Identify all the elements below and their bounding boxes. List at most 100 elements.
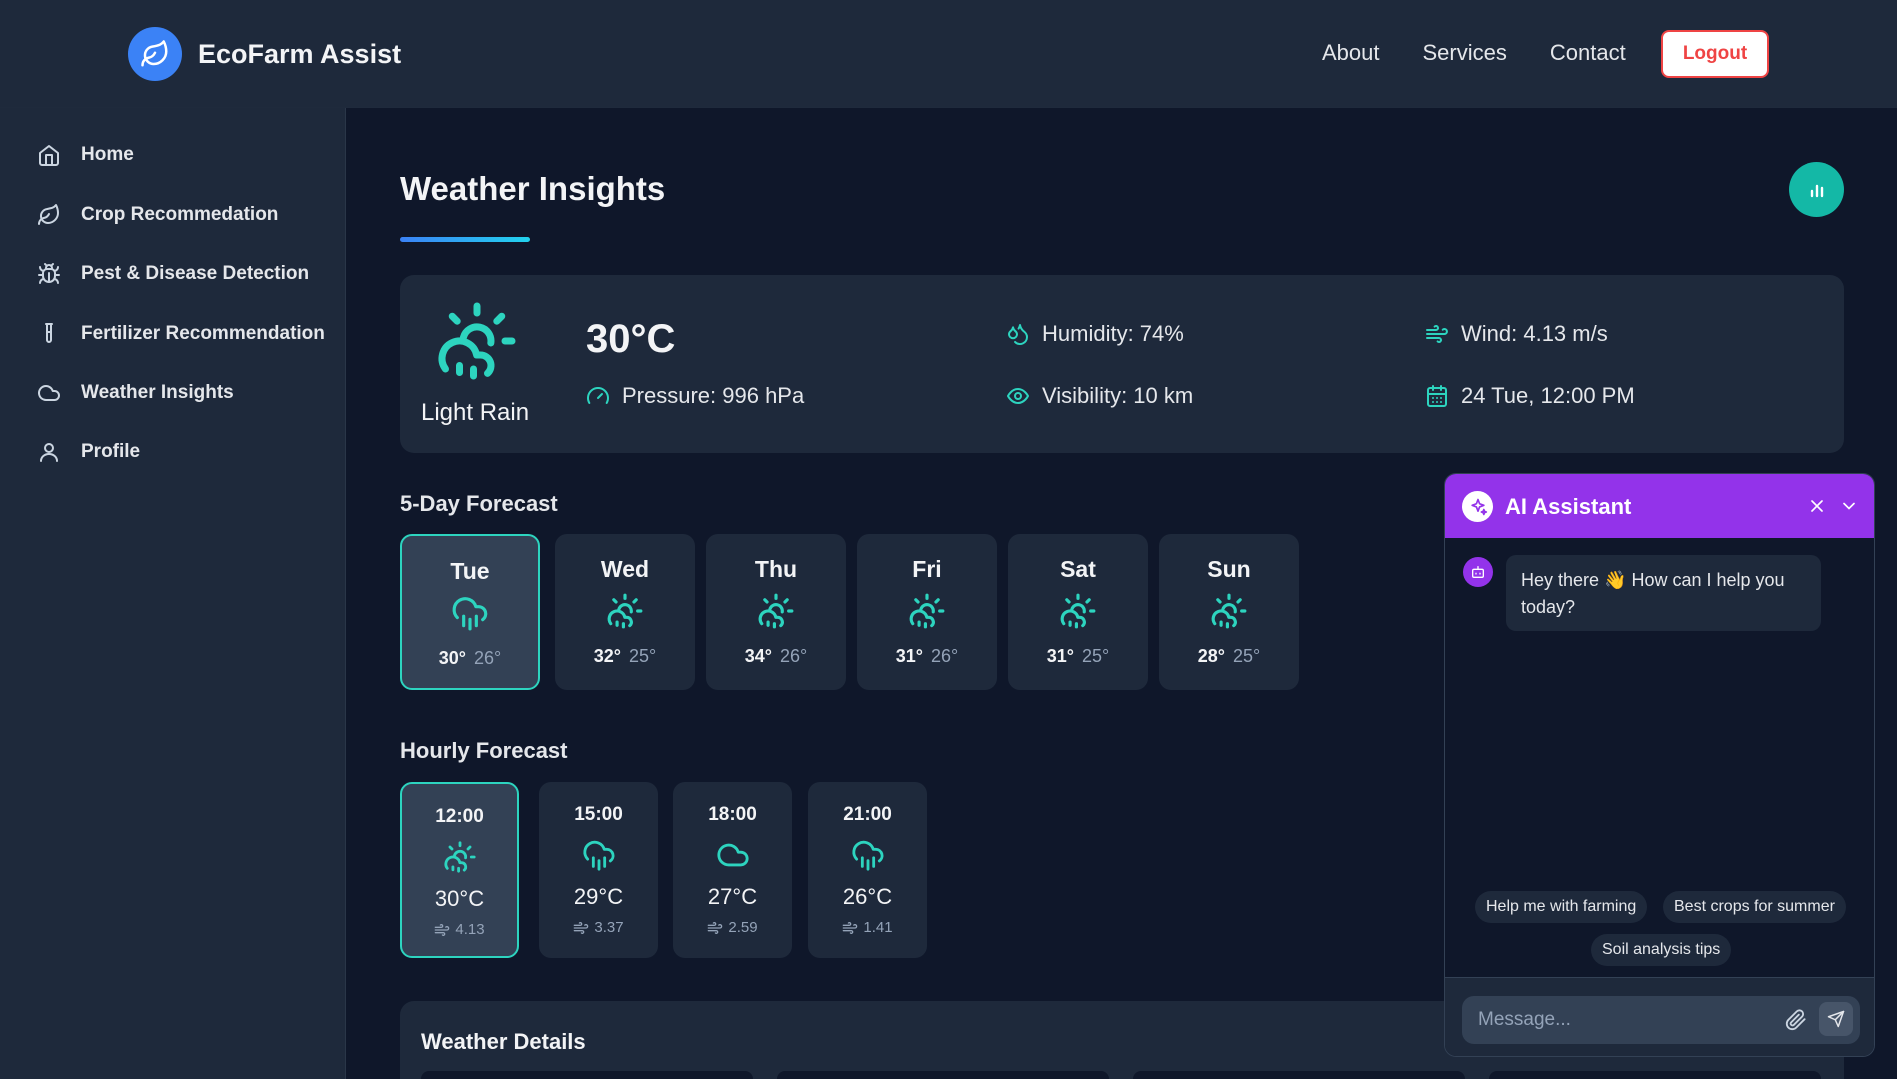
wind-icon: [708, 921, 723, 934]
forecast-day-name: Thu: [754, 556, 798, 582]
forecast-low: 26°: [931, 646, 959, 666]
nav-contact-link[interactable]: Contact: [1550, 40, 1626, 66]
sidebar-item-home[interactable]: Home: [36, 142, 134, 168]
bot-message: Hey there 👋 How can I help you today?: [1506, 555, 1821, 631]
sidebar-item-label: Home: [81, 144, 134, 165]
forecast-day-name: Wed: [600, 556, 650, 582]
forecast-day-card[interactable]: Sat 31° 25°: [1008, 534, 1148, 690]
sun-cloud-rain-icon: [1210, 592, 1248, 630]
bug-icon: [36, 261, 62, 287]
brand[interactable]: EcoFarm Assist: [128, 27, 401, 81]
hourly-time: 15:00: [574, 804, 623, 825]
forecast-day-card[interactable]: Wed 32° 25°: [555, 534, 695, 690]
sidebar-item-crop-recommendation[interactable]: Crop Recommedation: [36, 202, 278, 228]
droplets-icon: [1004, 320, 1032, 348]
hourly-wind: 4.13: [455, 921, 485, 938]
current-condition: Light Rain: [421, 399, 530, 426]
chart-toggle-button[interactable]: [1789, 162, 1844, 217]
forecast-day-name: Sun: [1207, 556, 1251, 582]
calendar-icon: [1423, 382, 1451, 410]
forecast-day-card[interactable]: Thu 34° 26°: [706, 534, 846, 690]
hourly-temp: 26°C: [842, 884, 893, 909]
forecast-low: 25°: [1082, 646, 1110, 666]
top-navbar: EcoFarm Assist About Services Contact Lo…: [0, 0, 1897, 108]
brand-name: EcoFarm Assist: [198, 38, 402, 69]
wind-icon: [1423, 320, 1451, 348]
cloud-icon: [716, 838, 750, 872]
forecast-day-card[interactable]: Fri 31° 26°: [857, 534, 997, 690]
detail-tile: [1489, 1071, 1821, 1079]
user-icon: [36, 439, 62, 465]
sun-cloud-rain-icon: [435, 299, 519, 383]
hourly-card[interactable]: 15:00 29°C 3.37: [539, 782, 658, 958]
forecast-day-card[interactable]: Sun 28° 25°: [1159, 534, 1299, 690]
weather-details-title: Weather Details: [421, 1029, 586, 1054]
forecast-high: 34°: [744, 646, 772, 666]
sidebar-item-pest-detection[interactable]: Pest & Disease Detection: [36, 261, 309, 287]
forecast-high: 30°: [438, 648, 466, 668]
wind-icon: [435, 923, 450, 936]
forecast-high: 31°: [895, 646, 923, 666]
cloud-rain-icon: [451, 594, 489, 632]
sun-cloud-rain-icon: [757, 592, 795, 630]
hourly-section-title: Hourly Forecast: [400, 738, 568, 763]
cloud-icon: [36, 380, 62, 406]
humidity-value: Humidity: 74%: [1042, 321, 1184, 346]
suggestion-chip[interactable]: Best crops for summer: [1663, 891, 1846, 923]
sidebar-item-label: Profile: [81, 441, 141, 462]
forecast-high: 31°: [1046, 646, 1074, 666]
gauge-icon: [584, 382, 612, 410]
forecast-high: 32°: [593, 646, 621, 666]
hourly-card[interactable]: 12:00 30°C 4.13: [400, 782, 519, 958]
top-nav: About Services Contact: [1322, 40, 1626, 66]
detail-tile: [421, 1071, 753, 1079]
sidebar-item-weather[interactable]: Weather Insights: [36, 380, 234, 406]
leaf-icon: [128, 27, 182, 81]
eye-icon: [1004, 382, 1032, 410]
close-icon[interactable]: [1807, 496, 1827, 516]
sidebar-item-label: Weather Insights: [81, 382, 234, 403]
logout-button[interactable]: Logout: [1661, 30, 1769, 78]
chat-footer: [1445, 977, 1874, 1056]
send-icon: [1827, 1010, 1845, 1028]
hourly-temp: 27°C: [707, 884, 758, 909]
hourly-time: 21:00: [843, 804, 892, 825]
suggestion-chip[interactable]: Soil analysis tips: [1591, 934, 1732, 966]
sidebar-item-fertilizer[interactable]: Fertilizer Recommendation: [36, 321, 325, 347]
pressure-value: Pressure: 996 hPa: [622, 383, 805, 408]
forecast-low: 25°: [629, 646, 657, 666]
page-title: Weather Insights: [400, 170, 666, 207]
hourly-wind: 1.41: [863, 919, 893, 936]
nav-services-link[interactable]: Services: [1423, 40, 1507, 66]
forecast-low: 26°: [474, 648, 502, 668]
hourly-wind: 2.59: [728, 919, 758, 936]
paperclip-icon[interactable]: [1785, 1009, 1807, 1031]
suggestion-chip[interactable]: Help me with farming: [1475, 891, 1648, 923]
pressure-metric: Pressure: 996 hPa: [584, 382, 804, 410]
chevron-down-icon[interactable]: [1839, 496, 1859, 516]
sun-cloud-rain-icon: [443, 840, 477, 874]
wind-value: Wind: 4.13 m/s: [1461, 321, 1608, 346]
sun-cloud-rain-icon: [1059, 592, 1097, 630]
forecast-day-name: Tue: [450, 558, 490, 584]
send-button[interactable]: [1819, 1002, 1853, 1036]
forecast-day-card[interactable]: Tue 30° 26°: [400, 534, 540, 690]
forecast-low: 26°: [780, 646, 808, 666]
hourly-temp: 30°C: [434, 886, 485, 911]
cloud-rain-icon: [851, 838, 885, 872]
detail-tile: [1133, 1071, 1465, 1079]
nav-about-link[interactable]: About: [1322, 40, 1380, 66]
sidebar-item-profile[interactable]: Profile: [36, 439, 140, 465]
forecast-day-name: Sat: [1060, 556, 1096, 582]
datetime-value: 24 Tue, 12:00 PM: [1461, 383, 1635, 408]
humidity-metric: Humidity: 74%: [1004, 320, 1184, 348]
hourly-card[interactable]: 18:00 27°C 2.59: [673, 782, 792, 958]
cloud-rain-icon: [582, 838, 616, 872]
detail-tile: [777, 1071, 1109, 1079]
sidebar-item-label: Pest & Disease Detection: [81, 263, 310, 284]
bot-icon: [1463, 557, 1493, 587]
sidebar-item-label: Crop Recommedation: [81, 204, 279, 225]
bar-chart-icon: [1810, 184, 1823, 197]
wind-icon: [574, 921, 589, 934]
hourly-card[interactable]: 21:00 26°C 1.41: [808, 782, 927, 958]
